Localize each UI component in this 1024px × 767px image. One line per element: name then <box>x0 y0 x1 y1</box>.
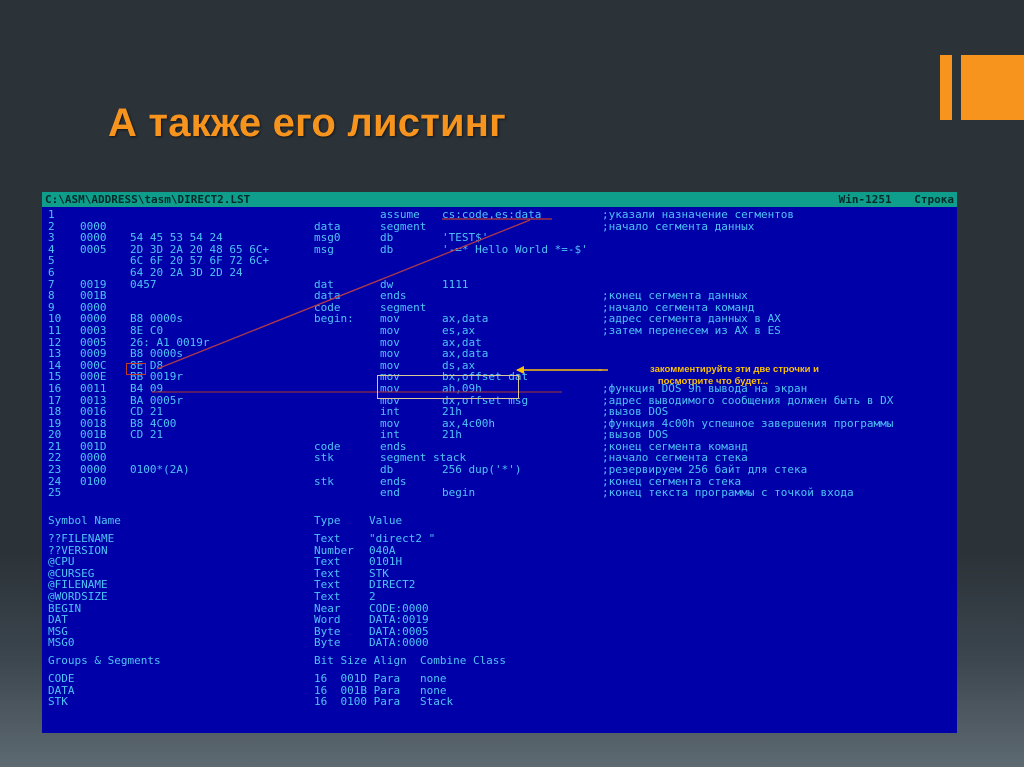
page-title: А также его листинг <box>108 101 507 145</box>
groups-table-names: CODE DATA STK <box>48 672 75 709</box>
symbol-table-types: Text Number Text Text Text Text Near Wor… <box>314 532 354 650</box>
listing-machine-code: 54 45 53 54 24 2D 3D 2A 20 48 65 6C+ 6C … <box>130 231 270 477</box>
symbol-table-header-type: Type <box>314 514 341 527</box>
decoration-block <box>961 55 1024 120</box>
editor-encoding-label: Win-1251 <box>838 193 892 206</box>
listing-addresses: 0000 0000 0005 0019 001B 0000 0000 0003 … <box>80 219 107 488</box>
decoration-thin-bar <box>940 55 952 120</box>
decoration-orange-blocks <box>904 0 1024 170</box>
groups-table-header-cols: Bit Size Align Combine Class <box>314 654 507 667</box>
listing-line-numbers: 1 2 3 4 5 6 7 8 9 10 11 12 13 14 15 16 1… <box>48 208 62 500</box>
slide-background: А также его листинг C:\ASM\ADDRESS\tasm\… <box>0 0 1024 767</box>
listing-comments: ;указали назначение сегментов ;начало се… <box>602 208 894 500</box>
listing-operands: cs:code,es:data 'TEST$' '-=* Hello World… <box>442 208 588 500</box>
listing-labels: data msg0 msg dat data code begin: code … <box>314 219 354 488</box>
symbol-table-header-value: Value <box>369 514 403 527</box>
annotation-text: закомментируйте эти две строчки и посмот… <box>650 364 819 387</box>
editor-status-label: Строка <box>914 193 954 206</box>
groups-table-header-name: Groups & Segments <box>48 654 161 667</box>
editor-file-path: C:\ASM\ADDRESS\tasm\DIRECT2.LST <box>45 193 251 206</box>
symbol-table-values: "direct2 " 040A 0101H STK DIRECT2 2 CODE… <box>369 532 436 650</box>
groups-table-rows: 16 001D Para none 16 001B Para none 16 0… <box>314 672 454 709</box>
highlight-box-two-lines <box>377 375 519 399</box>
highlight-box-prefix-26 <box>126 363 146 375</box>
editor-titlebar: C:\ASM\ADDRESS\tasm\DIRECT2.LST Win-1251… <box>42 192 957 207</box>
dos-editor-window: C:\ASM\ADDRESS\tasm\DIRECT2.LST Win-1251… <box>42 192 957 733</box>
symbol-table-header-name: Symbol Name <box>48 514 121 527</box>
symbol-table-names: ??FILENAME ??VERSION @CPU @CURSEG @FILEN… <box>48 532 115 650</box>
editor-body[interactable]: 1 2 3 4 5 6 7 8 9 10 11 12 13 14 15 16 1… <box>42 207 957 733</box>
